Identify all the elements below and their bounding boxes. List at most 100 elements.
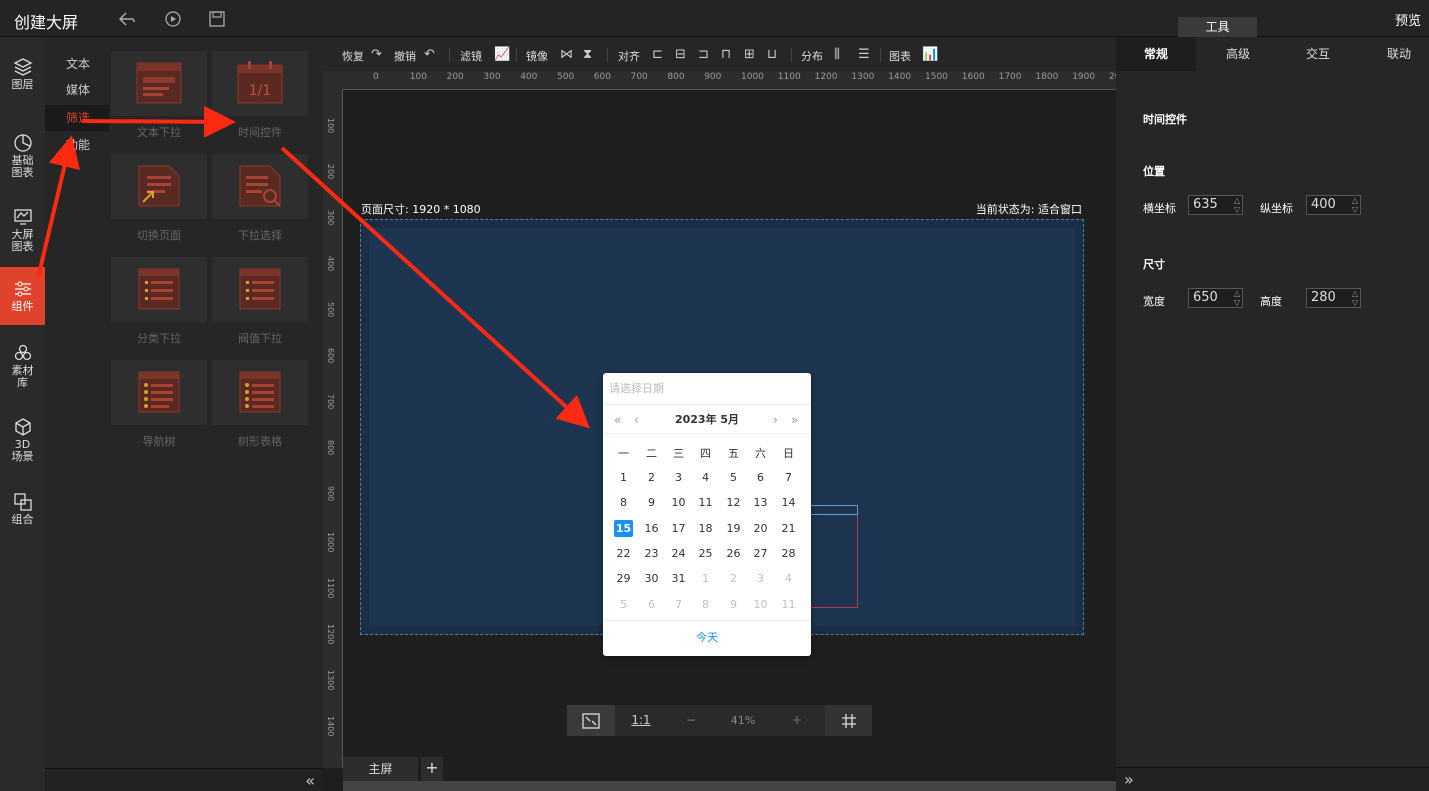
calendar-day[interactable]: 15: [614, 519, 633, 537]
filter-button[interactable]: 滤镜: [460, 48, 482, 64]
play-icon[interactable]: [164, 10, 182, 28]
mirror-button[interactable]: 镜像: [526, 48, 548, 64]
align-top-icon[interactable]: ⊓: [721, 47, 731, 62]
calendar-day[interactable]: 21: [779, 520, 798, 537]
calendar-day[interactable]: 18: [696, 520, 715, 537]
spinner-icon[interactable]: △ ▽: [1352, 196, 1358, 214]
calendar-day[interactable]: 20: [751, 520, 770, 537]
calendar-day[interactable]: 11: [696, 494, 715, 511]
comp-threshold-dropdown[interactable]: 阀值下拉: [212, 243, 308, 345]
align-button[interactable]: 对齐: [618, 48, 640, 64]
calendar-day[interactable]: 2: [724, 570, 743, 587]
calendar-day[interactable]: 12: [724, 494, 743, 511]
calendar-day[interactable]: 30: [642, 570, 661, 587]
calendar-day[interactable]: 1: [696, 570, 715, 587]
spinner-icon[interactable]: △ ▽: [1234, 289, 1240, 307]
distribute-button[interactable]: 分布: [801, 48, 823, 64]
comp-dropdown-select[interactable]: 下拉选择: [212, 140, 308, 242]
comp-text-dropdown[interactable]: 文本下拉: [111, 37, 207, 139]
calendar-day[interactable]: 1: [614, 469, 633, 486]
spinner-icon[interactable]: △ ▽: [1234, 196, 1240, 214]
redo-icon[interactable]: ↷: [371, 47, 382, 62]
calendar-day[interactable]: 19: [724, 520, 743, 537]
nav-3d-scene[interactable]: 3D 场景: [0, 417, 45, 463]
calendar-day[interactable]: 10: [751, 596, 770, 613]
chart-button[interactable]: 图表: [889, 48, 911, 64]
calendar-day[interactable]: 8: [614, 494, 633, 511]
calendar-day[interactable]: 4: [779, 570, 798, 587]
calendar-day[interactable]: 9: [724, 596, 743, 613]
tool-tab[interactable]: 工具: [1178, 17, 1257, 37]
comp-tree-table[interactable]: 树形表格: [212, 346, 308, 448]
width-input[interactable]: 650 △ ▽: [1188, 288, 1243, 308]
calendar-day[interactable]: 3: [669, 469, 688, 486]
date-input[interactable]: 请选择日期: [603, 373, 811, 405]
prev-year-icon[interactable]: «: [614, 406, 621, 434]
preview-button[interactable]: 预览: [1395, 10, 1421, 29]
chart-icon[interactable]: 📊: [922, 47, 938, 62]
comp-category-dropdown[interactable]: 分类下拉: [111, 243, 207, 345]
distribute-v-icon[interactable]: ☰: [858, 47, 870, 62]
grid-icon[interactable]: [825, 705, 872, 736]
calendar-day[interactable]: 6: [751, 469, 770, 486]
calendar-day[interactable]: 3: [751, 570, 770, 587]
nav-materials[interactable]: 素材 库: [0, 343, 45, 389]
restore-button[interactable]: 恢复: [342, 48, 364, 64]
mirror-h-icon[interactable]: ⋈: [560, 47, 573, 62]
calendar-day[interactable]: 13: [751, 494, 770, 511]
tab-general[interactable]: 常规: [1116, 37, 1196, 71]
nav-screen-chart[interactable]: 大屏 图表: [0, 207, 45, 253]
collapse-right-icon[interactable]: »: [1124, 770, 1134, 789]
undo-button[interactable]: 撤销: [394, 48, 416, 64]
align-left-icon[interactable]: ⊏: [652, 47, 663, 62]
calendar-day[interactable]: 9: [642, 494, 661, 511]
today-button[interactable]: 今天: [603, 620, 811, 656]
calendar-day[interactable]: 6: [642, 596, 661, 613]
align-center-icon[interactable]: ⊟: [675, 47, 686, 62]
undo-icon[interactable]: ↶: [424, 47, 435, 62]
subnav-media[interactable]: 媒体: [45, 77, 109, 103]
save-icon[interactable]: [208, 10, 226, 28]
actual-size-button[interactable]: 1:1: [619, 705, 663, 736]
calendar-day[interactable]: 26: [724, 545, 743, 562]
calendar-day[interactable]: 28: [779, 545, 798, 562]
next-month-icon[interactable]: ›: [773, 406, 778, 434]
calendar-day[interactable]: 23: [642, 545, 661, 562]
calendar-day[interactable]: 4: [696, 469, 715, 486]
filter-chart-icon[interactable]: 📈: [494, 47, 510, 62]
back-icon[interactable]: [118, 10, 136, 28]
calendar-day[interactable]: 17: [669, 520, 688, 537]
prev-month-icon[interactable]: ‹: [634, 406, 639, 434]
calendar-day[interactable]: 2: [642, 469, 661, 486]
align-middle-icon[interactable]: ⊞: [744, 47, 755, 62]
calendar-day[interactable]: 24: [669, 545, 688, 562]
calendar-day[interactable]: 5: [614, 596, 633, 613]
horizontal-scrollbar[interactable]: [343, 781, 1116, 791]
calendar-day[interactable]: 25: [696, 545, 715, 562]
subnav-text[interactable]: 文本: [45, 51, 109, 77]
distribute-h-icon[interactable]: ⫼: [834, 47, 840, 62]
comp-switch-page[interactable]: 切换页面: [111, 140, 207, 242]
collapse-left-icon[interactable]: «: [305, 771, 315, 790]
comp-time-control[interactable]: 1/1 时间控件: [212, 37, 308, 139]
fit-screen-icon[interactable]: [567, 705, 615, 736]
align-bottom-icon[interactable]: ⊔: [767, 47, 777, 62]
calendar-day[interactable]: 8: [696, 596, 715, 613]
calendar-day[interactable]: 29: [614, 570, 633, 587]
calendar-day[interactable]: 31: [669, 570, 688, 587]
align-right-icon[interactable]: ⊐: [698, 47, 709, 62]
x-input[interactable]: 635 △ ▽: [1188, 195, 1243, 215]
y-input[interactable]: 400 △ ▽: [1306, 195, 1361, 215]
calendar-day[interactable]: 14: [779, 494, 798, 511]
spinner-icon[interactable]: △ ▽: [1352, 289, 1358, 307]
calendar-day[interactable]: 11: [779, 596, 798, 613]
nav-layers[interactable]: 图层: [0, 57, 45, 91]
tab-advanced[interactable]: 高级: [1198, 37, 1278, 71]
height-input[interactable]: 280 △ ▽: [1306, 288, 1361, 308]
nav-basic-chart[interactable]: 基础 图表: [0, 133, 45, 179]
calendar-day[interactable]: 10: [669, 494, 688, 511]
calendar-day[interactable]: 7: [669, 596, 688, 613]
zoom-out-button[interactable]: −: [667, 705, 715, 736]
calendar-day[interactable]: 7: [779, 469, 798, 486]
zoom-in-button[interactable]: +: [771, 705, 823, 736]
